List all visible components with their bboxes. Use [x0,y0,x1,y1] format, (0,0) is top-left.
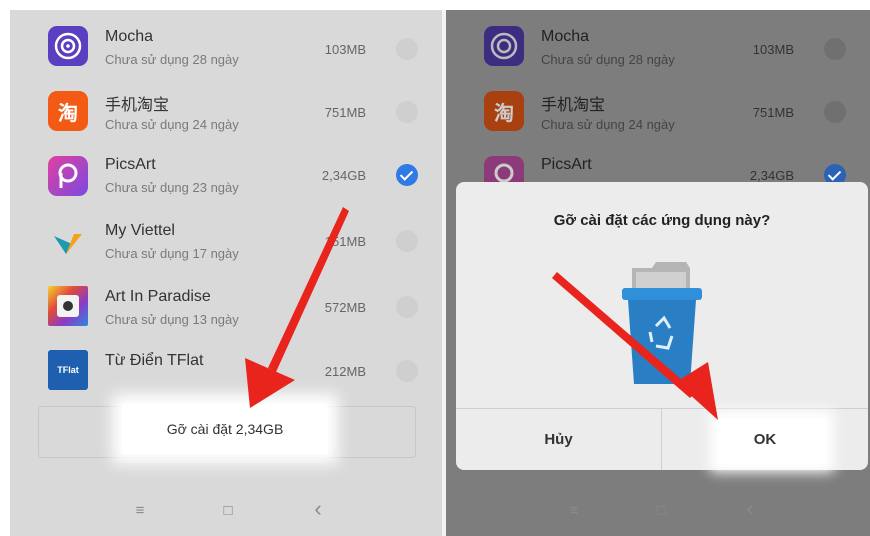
red-arrow-annotation [245,207,349,408]
red-arrow-annotation [552,272,718,420]
right-screen: Mocha Chưa sử dụng 28 ngày 103MB 淘 手机淘宝 … [446,10,870,536]
left-screen: Mocha Chưa sử dụng 28 ngày 103MB 淘 手机淘宝 … [10,10,442,536]
